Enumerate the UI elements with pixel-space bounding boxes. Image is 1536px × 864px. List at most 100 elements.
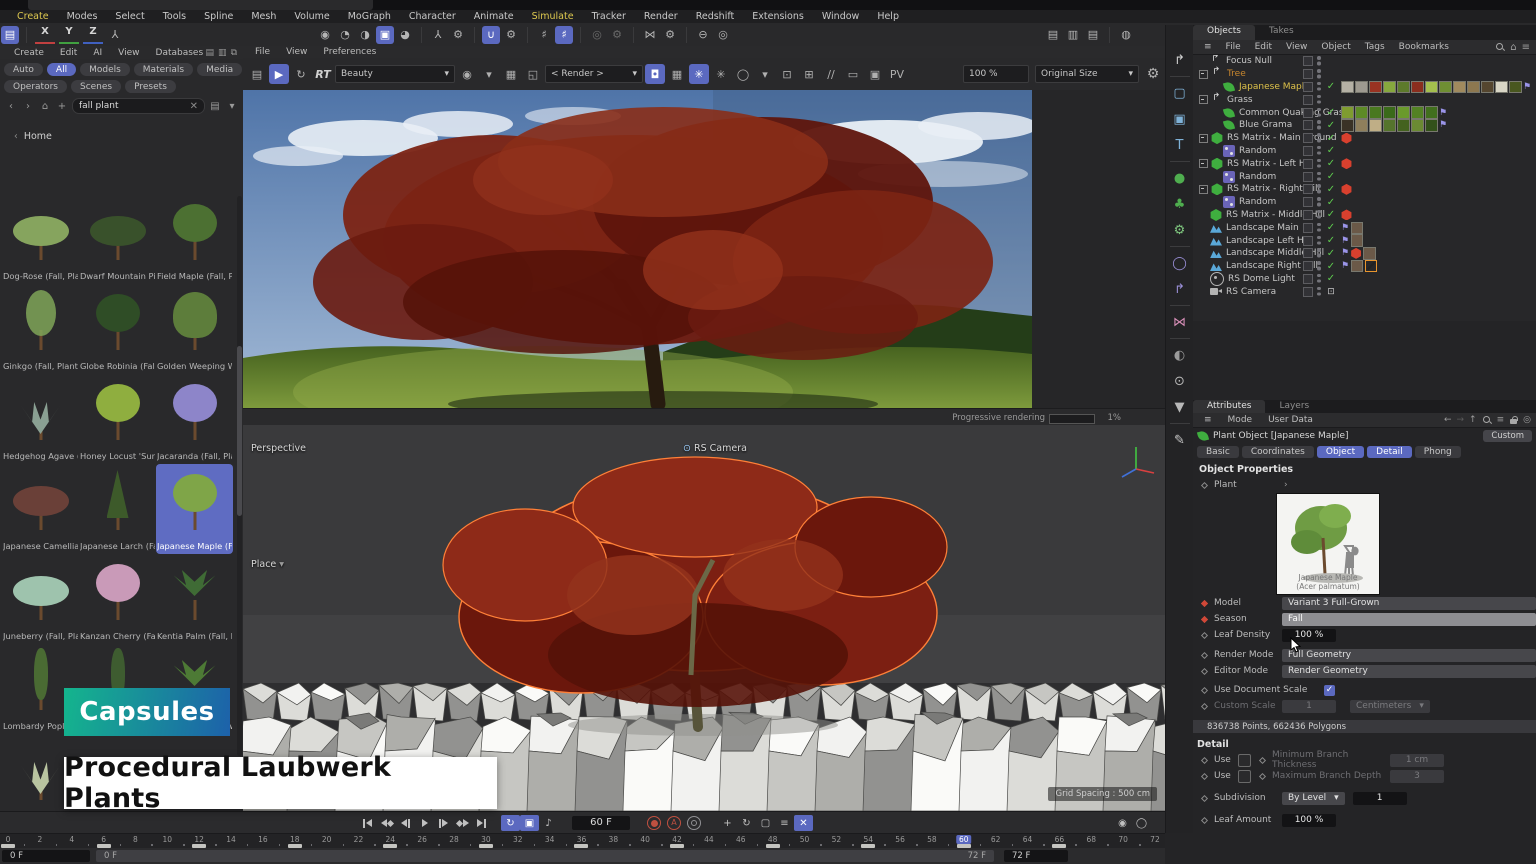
camera-icon[interactable]: ⊙ [1169,370,1191,392]
menu-simulate[interactable]: Simulate [523,11,583,22]
rgb-channel-icon[interactable]: ◉ [457,64,477,84]
om-menu-view[interactable]: View [1279,42,1314,52]
layer-square-icon[interactable] [1303,248,1313,258]
expand-toggle-icon[interactable] [1199,185,1208,194]
restart-render-icon[interactable]: ↻ [291,64,311,84]
material-tag[interactable] [1383,119,1396,132]
asset-tile-ginkgo-fall-plant[interactable]: Ginkgo (Fall, Plant) [2,284,79,374]
enabled-check-icon[interactable]: ✓ [1325,171,1337,182]
redshift-tag-icon[interactable] [1341,158,1352,169]
rt-play-icon[interactable]: ▶ [269,64,289,84]
rt-render-image[interactable] [243,90,1032,408]
enabled-check-icon[interactable]: ✓ [1325,261,1337,272]
timeline-tick-62[interactable]: 62 [991,835,1001,844]
material-tag[interactable] [1355,119,1368,132]
asset-tile-japanese-maple-fall[interactable]: Japanese Maple (Fall, ... [156,464,233,554]
simulation-icon[interactable]: ● [1169,167,1191,189]
material-tag[interactable] [1369,106,1382,119]
enabled-check-icon[interactable]: ✓ [1325,197,1337,208]
menu-volume[interactable]: Volume [285,11,338,22]
focus-region-icon[interactable]: ⊞ [799,64,819,84]
object-row-rs-matrix-right-hill[interactable]: RS Matrix - Right Hill✓ [1193,183,1536,196]
material-tag[interactable] [1351,222,1364,235]
cluster-icon[interactable]: ♣ [1169,193,1191,215]
workplane-lock-icon[interactable]: ◎ [714,26,732,44]
asset-menu-view[interactable]: View [110,48,147,58]
expand-toggle-icon[interactable] [1199,70,1208,79]
record-parameter-icon[interactable]: ≡ [775,815,794,831]
enabled-check-icon[interactable]: ✓ [1325,248,1337,259]
attr-search-icon[interactable] [1482,415,1492,425]
timeline-tick-60[interactable]: 60 [956,835,972,844]
nav-forward-icon[interactable]: › [21,101,35,112]
enabled-check-icon[interactable]: ✓ [1325,184,1337,195]
object-row-tree[interactable]: Tree [1193,68,1536,81]
render-view-icon[interactable]: ▤ [1044,26,1062,44]
solo-on-icon[interactable]: ◯ [1132,815,1151,831]
max-branch-field[interactable]: 3 [1390,770,1444,783]
timeline-tick-58[interactable]: 58 [927,835,937,844]
material-tag[interactable] [1411,81,1424,94]
filter-media[interactable]: Media [197,63,242,76]
timeline-tick-30[interactable]: 30 [481,835,491,844]
grid-icon[interactable]: ♯ [535,26,553,44]
camera-link-icon[interactable]: ⊡ [1325,287,1337,297]
selected-texture-tag[interactable] [1365,260,1378,273]
visibility-dots-icon[interactable] [1317,184,1321,194]
visibility-dots-icon[interactable] [1317,133,1321,143]
material-tag[interactable] [1341,81,1354,94]
record-pla-icon[interactable]: ✕ [794,815,813,831]
asset-tile-kanzan-cherry-fall-pl[interactable]: Kanzan Cherry (Fall, Pl... [79,554,156,644]
asset-tile-jacaranda-fall-plant[interactable]: Jacaranda (Fall, Plant) [156,374,233,464]
record-scale-icon[interactable]: ▢ [756,815,775,831]
material-tag[interactable] [1481,81,1494,94]
edges-mode-icon[interactable]: ◔ [336,26,354,44]
expand-toggle-icon[interactable] [1199,134,1208,143]
keyframe-selection-button[interactable] [687,816,701,830]
layer-square-icon[interactable] [1303,210,1313,220]
filter-operators[interactable]: Operators [4,80,67,93]
pass-dropdown[interactable]: Beauty▾ [335,65,455,83]
object-row-grass[interactable]: Grass [1193,93,1536,106]
hierarchy-icon[interactable]: ⅄ [429,26,447,44]
tab-attributes[interactable]: Attributes [1193,400,1265,413]
phong-tag-icon[interactable]: ⚑ [1341,261,1349,271]
attr-chip-phong[interactable]: Phong [1415,446,1461,458]
render-picture-viewer-icon[interactable]: ▥ [1064,26,1082,44]
attr-chip-coordinates[interactable]: Coordinates [1242,446,1314,458]
timeline-tick-32[interactable]: 32 [513,835,523,844]
visibility-dots-icon[interactable] [1317,159,1321,169]
layer-square-icon[interactable] [1303,108,1313,118]
layer-square-icon[interactable] [1303,120,1313,130]
editor-mode-dropdown[interactable]: Render Geometry [1282,665,1536,678]
timeline-tick-8[interactable]: 8 [133,835,138,844]
uv-mode-icon[interactable]: ◕ [396,26,414,44]
rv-menu-file[interactable]: File [247,47,278,57]
history-forward-icon[interactable]: → [1457,415,1465,425]
layer-square-icon[interactable] [1303,95,1313,105]
object-row-common-quaking-grass[interactable]: Common Quaking Grass✓⚑ [1193,106,1536,119]
om-tab-takes[interactable]: Takes [1255,25,1308,40]
layer-square-icon[interactable] [1303,172,1313,182]
material-tag[interactable] [1425,106,1438,119]
season-dropdown[interactable]: Fall [1282,613,1536,626]
max-branch-use-checkbox[interactable]: ✓ [1238,770,1251,783]
next-frame-button[interactable] [434,815,453,831]
material-tag[interactable] [1425,81,1438,94]
asset-menu-ai[interactable]: AI [85,48,110,58]
db-icon[interactable]: ▤ [206,48,215,58]
material-tag[interactable] [1369,81,1382,94]
layer-square-icon[interactable] [1303,146,1313,156]
timeline-tick-38[interactable]: 38 [609,835,619,844]
object-row-focus-null[interactable]: Focus Null [1193,55,1536,68]
menu-select[interactable]: Select [106,11,153,22]
asset-tile-hedgehog-agave-fall[interactable]: Hedgehog Agave (Fall... [2,374,79,464]
record-position-icon[interactable]: + [718,815,737,831]
enabled-check-icon[interactable]: ✓ [1325,145,1337,156]
record-rotation-icon[interactable]: ↻ [737,815,756,831]
field-icon[interactable]: ◯ [1169,252,1191,274]
asset-tile-japanese-larch-fall-pl[interactable]: Japanese Larch (Fall, Pl... [79,464,156,554]
clapboard-icon[interactable]: ▤ [247,64,267,84]
asset-menu-create[interactable]: Create [6,48,52,58]
layer-square-icon[interactable] [1303,287,1313,297]
